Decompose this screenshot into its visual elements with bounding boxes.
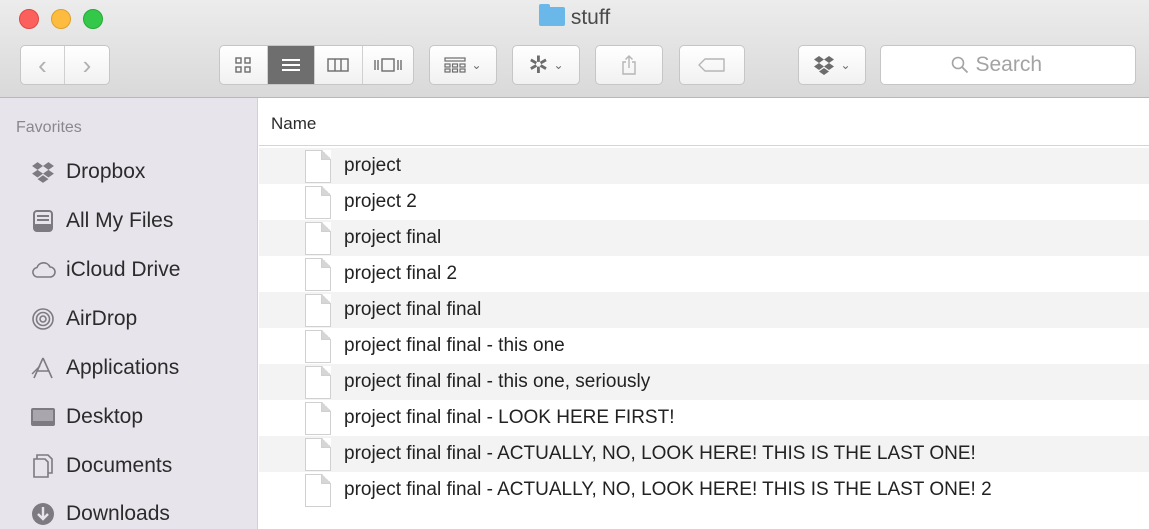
sidebar-item-documents[interactable]: Documents: [30, 448, 172, 484]
search-icon: [951, 56, 968, 74]
icon-view-button[interactable]: [220, 46, 268, 84]
desktop-icon: [30, 404, 56, 430]
sidebar-item-label: Documents: [66, 454, 173, 477]
file-name: project final final - ACTUALLY, NO, LOOK…: [344, 443, 976, 464]
document-icon: [305, 221, 331, 255]
chevron-down-icon: ⌄: [471, 58, 482, 72]
chevron-down-icon: ⌄: [553, 58, 564, 72]
window-title-text: stuff: [570, 6, 611, 29]
sidebar-item-label: Downloads: [66, 502, 170, 525]
file-name: project final: [344, 227, 442, 248]
icon-view-icon: [235, 57, 251, 73]
sidebar-item-downloads[interactable]: Downloads: [30, 496, 170, 529]
gear-icon: ✲: [528, 51, 549, 79]
cloud-icon: [30, 257, 56, 283]
chevron-left-icon: ‹: [38, 49, 47, 80]
document-icon: [305, 437, 331, 471]
chevron-right-icon: ›: [82, 49, 92, 80]
column-view-button[interactable]: [315, 46, 363, 84]
sidebar-item-applications[interactable]: Applications: [30, 350, 179, 386]
document-icon: [305, 329, 331, 363]
airdrop-icon: [30, 306, 56, 332]
share-button[interactable]: [595, 45, 663, 85]
file-row[interactable]: project final final: [259, 292, 1149, 328]
document-icon: [305, 185, 331, 219]
document-icon: [305, 401, 331, 435]
sidebar-item-label: AirDrop: [66, 307, 138, 330]
list-view-icon: [281, 59, 300, 71]
file-name: project 2: [344, 191, 417, 212]
documents-icon: [30, 453, 56, 479]
applications-icon: [30, 355, 56, 381]
cover-flow-icon: [374, 58, 402, 72]
document-icon: [305, 149, 331, 183]
window-title: stuff: [0, 4, 1149, 30]
document-icon: [305, 293, 331, 327]
tag-icon: [698, 58, 725, 72]
sidebar: Favorites Dropbox All My Files iCloud Dr…: [0, 98, 258, 529]
view-mode-control: [219, 45, 414, 85]
chevron-down-icon: ⌄: [840, 58, 851, 72]
all-files-icon: [30, 208, 56, 234]
file-name: project final 2: [344, 263, 458, 284]
file-row[interactable]: project final final - ACTUALLY, NO, LOOK…: [259, 436, 1149, 472]
action-menu-button[interactable]: ✲ ⌄: [512, 45, 580, 85]
file-row[interactable]: project final final - this one, seriousl…: [259, 364, 1149, 400]
sidebar-item-label: Dropbox: [66, 160, 146, 183]
list-view-button[interactable]: [267, 46, 316, 84]
dropbox-icon: [814, 56, 835, 75]
name-column-header[interactable]: Name: [259, 98, 1149, 146]
file-name: project final final - LOOK HERE FIRST!: [344, 407, 675, 428]
file-name: project final final - this one, seriousl…: [344, 371, 651, 392]
sidebar-item-label: Applications: [66, 356, 180, 379]
sidebar-item-desktop[interactable]: Desktop: [30, 399, 143, 435]
file-row[interactable]: project final: [259, 220, 1149, 256]
file-row[interactable]: project final 2: [259, 256, 1149, 292]
file-name: project final final: [344, 299, 482, 320]
sidebar-item-airdrop[interactable]: AirDrop: [30, 301, 137, 337]
column-header-label: Name: [271, 114, 317, 133]
arrange-icon: [444, 57, 467, 73]
cover-flow-button[interactable]: [363, 46, 413, 84]
back-forward-control: ‹ ›: [20, 45, 110, 85]
file-name: project final final - this one: [344, 335, 565, 356]
file-row[interactable]: project final final - LOOK HERE FIRST!: [259, 400, 1149, 436]
sidebar-section-title: Favorites: [16, 119, 82, 136]
sidebar-item-label: iCloud Drive: [66, 258, 181, 281]
document-icon: [305, 365, 331, 399]
document-icon: [305, 257, 331, 291]
arrange-button[interactable]: ⌄: [429, 45, 497, 85]
downloads-icon: [30, 501, 56, 527]
dropbox-icon: [30, 159, 56, 185]
sidebar-item-all-my-files[interactable]: All My Files: [30, 203, 173, 239]
sidebar-item-dropbox[interactable]: Dropbox: [30, 154, 145, 190]
dropbox-button[interactable]: ⌄: [798, 45, 866, 85]
sidebar-item-label: All My Files: [66, 209, 174, 232]
file-row[interactable]: project 2: [259, 184, 1149, 220]
file-row[interactable]: project final final - ACTUALLY, NO, LOOK…: [259, 472, 1149, 508]
file-row[interactable]: project: [259, 148, 1149, 184]
sidebar-item-label: Desktop: [66, 405, 144, 428]
document-icon: [305, 473, 331, 507]
tag-button[interactable]: [679, 45, 745, 85]
share-icon: [622, 55, 636, 75]
search-input[interactable]: [975, 53, 1066, 77]
file-row[interactable]: project final final - this one: [259, 328, 1149, 364]
file-list: Name project project 2 project final pro…: [259, 98, 1149, 529]
column-view-icon: [327, 58, 349, 72]
file-name: project final final - ACTUALLY, NO, LOOK…: [344, 479, 992, 500]
window-toolbar: stuff ‹ › ⌄ ✲ ⌄ ⌄ Search: [0, 0, 1149, 98]
forward-button[interactable]: ›: [65, 46, 109, 84]
back-button[interactable]: ‹: [21, 46, 66, 84]
sidebar-item-icloud-drive[interactable]: iCloud Drive: [30, 252, 180, 288]
search-field[interactable]: [880, 45, 1136, 85]
file-name: project: [344, 155, 402, 176]
folder-icon: [538, 4, 565, 26]
